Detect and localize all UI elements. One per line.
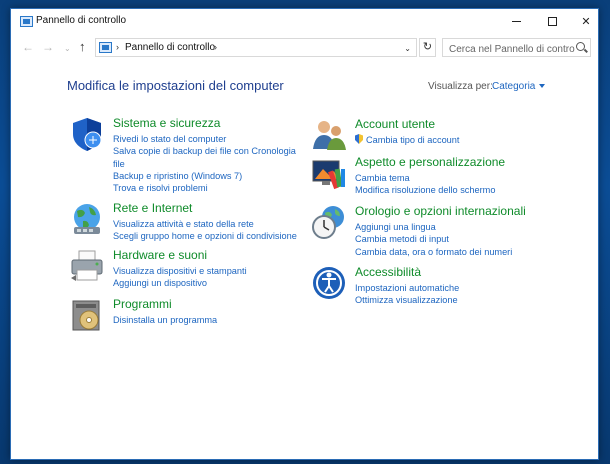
close-button[interactable]: ✕ [569,9,603,33]
title-bar[interactable]: Pannello di controllo ✕ [11,9,598,35]
link-network-status[interactable]: Visualizza attività e stato della rete [113,218,297,230]
search-input[interactable] [449,41,575,58]
category-title[interactable]: Programmi [113,297,172,311]
link-screen-resolution[interactable]: Modifica risoluzione dello schermo [355,184,495,196]
address-dropdown-icon[interactable]: ⌄ [404,44,411,53]
minimize-icon [511,20,521,22]
search-icon[interactable] [576,42,585,51]
category-title[interactable]: Account utente [355,117,435,131]
category-title[interactable]: Accessibilità [355,265,421,279]
control-panel-icon [20,16,33,27]
address-row: ← → ⌄ ↑ › Pannello di controllo › ⌄ ↻ [11,37,598,59]
link-troubleshoot[interactable]: Trova e risolvi problemi [113,182,303,194]
breadcrumb-chevron-icon[interactable]: › [116,42,119,52]
users-icon[interactable] [311,117,347,153]
back-arrow-icon[interactable]: ← [22,40,34,54]
up-arrow-icon[interactable]: ↑ [79,39,86,54]
category-title[interactable]: Sistema e sicurezza [113,116,220,130]
category-title[interactable]: Orologio e opzioni internazionali [355,204,526,218]
link-change-date-time-format[interactable]: Cambia data, ora o formato dei numeri [355,246,512,258]
link-add-language[interactable]: Aggiungi una lingua [355,221,512,233]
forward-arrow-icon[interactable]: → [42,40,54,54]
category-title[interactable]: Aspetto e personalizzazione [355,155,505,169]
category-title[interactable]: Hardware e suoni [113,248,207,262]
uac-shield-icon [355,134,363,144]
link-label[interactable]: Cambia tipo di account [366,135,459,145]
category-title[interactable]: Rete e Internet [113,201,192,215]
link-change-account-type[interactable]: Cambia tipo di account [355,134,459,146]
printer-icon[interactable] [69,248,105,284]
maximize-icon [547,16,557,26]
address-bar[interactable]: › Pannello di controllo › ⌄ [95,38,417,57]
appearance-palette-icon[interactable] [311,155,347,191]
link-optimize-display[interactable]: Ottimizza visualizzazione [355,294,459,306]
link-homegroup-sharing[interactable]: Scegli gruppo home e opzioni di condivis… [113,230,297,242]
refresh-button[interactable]: ↻ [419,38,436,57]
recent-locations-chevron-icon[interactable]: ⌄ [64,44,71,53]
view-by-value[interactable]: Categoria [492,81,535,92]
minimize-button[interactable] [499,9,533,33]
view-by-label: Visualizza per: [428,81,493,92]
page-title: Modifica le impostazioni del computer [67,78,284,93]
control-panel-window: Pannello di controllo ✕ ← → ⌄ ↑ › Pannel… [10,8,599,460]
search-box[interactable] [442,38,591,58]
dropdown-caret-icon[interactable] [539,84,546,89]
link-change-theme[interactable]: Cambia tema [355,172,495,184]
link-automatic-settings[interactable]: Impostazioni automatiche [355,282,459,294]
link-review-computer-status[interactable]: Rivedi lo stato del computer [113,133,303,145]
window-title: Pannello di controllo [36,15,127,26]
view-by-dropdown[interactable]: Categoria [492,81,546,92]
link-backup-restore[interactable]: Backup e ripristino (Windows 7) [113,170,303,182]
maximize-button[interactable] [535,9,569,33]
link-uninstall-program[interactable]: Disinstalla un programma [113,314,217,326]
clock-globe-icon[interactable] [311,204,347,240]
link-file-history-backup[interactable]: Salva copie di backup dei file con Crono… [113,145,303,170]
link-change-input-methods[interactable]: Cambia metodi di input [355,233,512,245]
close-icon: ✕ [581,15,591,28]
shield-icon[interactable] [69,116,105,152]
accessibility-icon[interactable] [311,265,347,301]
breadcrumb-control-panel[interactable]: Pannello di controllo [125,42,215,53]
link-add-device[interactable]: Aggiungi un dispositivo [113,277,247,289]
programs-disc-icon[interactable] [69,297,105,333]
breadcrumb-chevron-icon[interactable]: › [214,42,217,52]
network-globe-icon[interactable] [69,201,105,237]
control-panel-icon [99,42,112,53]
link-devices-printers[interactable]: Visualizza dispositivi e stampanti [113,265,247,277]
